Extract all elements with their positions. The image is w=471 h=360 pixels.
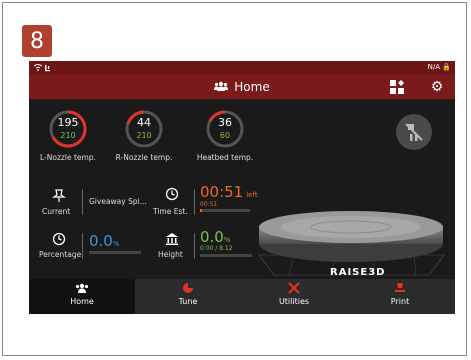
tools-icon <box>241 282 347 297</box>
height-label: Height <box>158 250 183 259</box>
r-nozzle-gauge[interactable]: 44 210 <box>124 109 164 149</box>
divider <box>194 233 195 259</box>
tab-tune-label: Tune <box>178 297 198 306</box>
dashboard-icon[interactable] <box>388 78 406 96</box>
divider <box>82 233 83 259</box>
page-title-text: Home <box>234 80 270 94</box>
l-nozzle-gauge[interactable]: 195 210 <box>48 109 88 149</box>
wifi-icon <box>33 63 55 74</box>
height-number: 0.0 <box>200 228 224 246</box>
status-right: N/A 🔒 <box>428 63 451 71</box>
tab-tune[interactable]: Tune <box>135 279 241 314</box>
divider <box>194 189 195 215</box>
percentage-unit: % <box>112 240 120 248</box>
status-na-text: N/A <box>427 63 441 71</box>
current-file-name[interactable]: Giveaway Spi... <box>89 197 147 206</box>
height-detail: 0.00 / 8.12 <box>200 245 233 252</box>
divider <box>82 189 83 215</box>
users-icon <box>29 282 135 297</box>
raise3d-logo: RAISE3D <box>330 267 386 278</box>
clock-icon <box>161 187 183 205</box>
tab-print-label: Print <box>390 297 410 306</box>
tab-print[interactable]: Print <box>347 279 453 314</box>
percentage-label: Percentage <box>39 250 82 259</box>
header-bar: Home ⚙ <box>29 75 455 99</box>
lock-icon: 🔒 <box>442 63 451 71</box>
tab-home-label: Home <box>70 297 94 306</box>
r-nozzle-current: 44 <box>137 116 151 129</box>
percentage-number: 0.0 <box>89 232 113 250</box>
gear-icon[interactable]: ⚙ <box>428 78 446 96</box>
print-icon <box>347 282 453 297</box>
l-nozzle-target: 210 <box>60 131 76 140</box>
height-value: 0.0% <box>200 228 231 246</box>
progress-circle-icon <box>48 232 70 250</box>
pin-icon <box>48 189 70 207</box>
printer-screen: N/A 🔒 Home ⚙ 195 210 L-Nozzle temp. 44 2… <box>29 61 455 314</box>
time-left-suffix: left <box>246 191 258 199</box>
pause-slash-icon <box>405 123 423 141</box>
tab-utilities-label: Utilities <box>278 297 310 306</box>
time-est-label: Time Est. <box>153 207 188 216</box>
pause-button[interactable] <box>396 114 432 150</box>
percentage-progress-bar <box>89 251 141 254</box>
tab-home[interactable]: Home <box>29 279 135 314</box>
height-progress-bar <box>200 254 252 257</box>
users-icon <box>214 80 229 94</box>
height-building-icon <box>161 232 183 250</box>
status-bar: N/A 🔒 <box>29 61 455 75</box>
percentage-value: 0.0% <box>89 232 120 250</box>
heatbed-current: 36 <box>218 116 232 129</box>
bottom-tab-bar: Home Tune Utilities Print <box>29 279 455 314</box>
time-elapsed: 00:51 <box>200 201 218 208</box>
current-label: Current <box>42 207 71 216</box>
r-nozzle-label: R-Nozzle temp. <box>115 153 173 162</box>
time-progress-bar <box>200 209 250 212</box>
heatbed-label: Heatbed temp. <box>196 153 254 162</box>
heatbed-target: 60 <box>219 131 231 140</box>
heatbed-gauge[interactable]: 36 60 <box>205 109 245 149</box>
height-unit: % <box>223 236 231 244</box>
time-left-value: 00:51 left <box>200 183 258 201</box>
time-left-number: 00:51 <box>200 183 244 201</box>
l-nozzle-current: 195 <box>57 116 79 129</box>
gauge-icon <box>135 282 241 297</box>
tab-utilities[interactable]: Utilities <box>241 279 347 314</box>
r-nozzle-target: 210 <box>136 131 152 140</box>
step-badge: 8 <box>22 25 52 57</box>
